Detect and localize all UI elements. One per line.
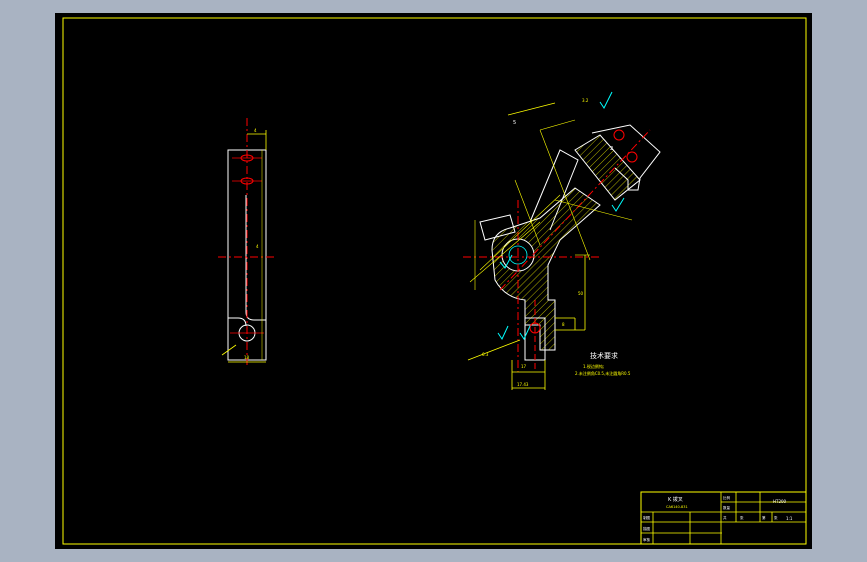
dim-label: 17.43 <box>517 382 529 387</box>
tb-scale: 1:1 <box>786 516 793 521</box>
tb-cell: 张 <box>740 515 744 520</box>
dim-label: 17 <box>521 364 527 369</box>
dim-label: 5 <box>513 120 516 126</box>
tb-cell: 比例 <box>723 495 731 500</box>
tb-role: 描图 <box>643 526 651 531</box>
dim-label: 2 <box>610 146 613 152</box>
tech-notes-title: 技术要求 <box>590 351 618 360</box>
paper-background <box>55 13 812 549</box>
tb-cell: 张 <box>774 515 778 520</box>
tb-role: 审核 <box>643 537 651 542</box>
tb-part-code: CA6140-831 <box>666 505 688 509</box>
drawing-sheet: 4 18 4 5 2 17 50 8 17.43 3.2 6.3 技术要求 1.… <box>55 13 812 549</box>
tech-notes-line-1: 1.锐边倒钝; <box>583 363 604 369</box>
roughness-note: 6.3 <box>482 352 489 357</box>
dim-label: 50 <box>578 291 584 296</box>
tb-material: HT200 <box>773 499 787 504</box>
dim-label: 18 <box>244 355 250 360</box>
tb-part-name: K 拨叉 <box>668 496 683 503</box>
roughness-note: 3.2 <box>582 98 589 103</box>
tb-role: 制图 <box>643 515 651 520</box>
tb-cell: 第 <box>762 515 766 520</box>
tb-cell: 共 <box>723 515 727 520</box>
cad-drawing-viewport: 4 18 4 5 2 17 50 8 17.43 3.2 6.3 技术要求 1.… <box>0 0 867 562</box>
tech-notes-line-2: 2.未注倒角C0.5,未注圆角R0.5 <box>575 370 631 376</box>
tb-cell: 数量 <box>723 505 731 510</box>
